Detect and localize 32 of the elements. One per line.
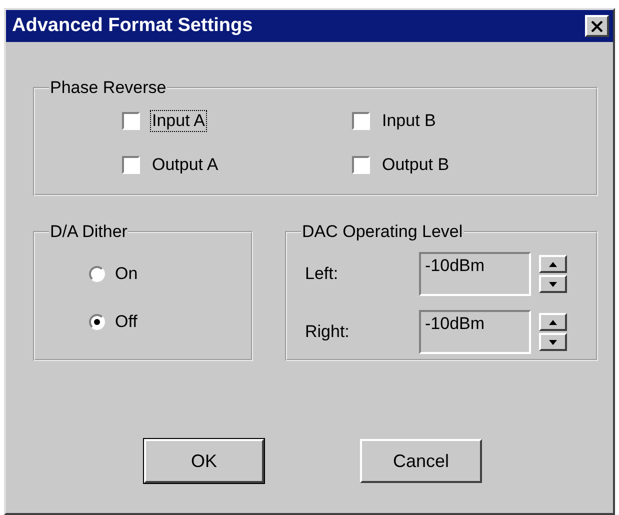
checkbox[interactable]: [352, 112, 370, 130]
checkbox[interactable]: [122, 112, 140, 130]
checkbox-label[interactable]: Output A: [150, 154, 220, 176]
cancel-button[interactable]: Cancel: [360, 439, 482, 483]
group-title: DAC Operating Level: [301, 222, 464, 242]
radio-button[interactable]: [89, 266, 105, 282]
checkbox-label[interactable]: Input A: [150, 110, 207, 132]
level-field[interactable]: -10dBm: [419, 310, 531, 354]
group-title: Phase Reverse: [49, 78, 168, 98]
checkbox[interactable]: [352, 156, 370, 174]
spin-down-button[interactable]: [539, 275, 567, 293]
checkbox-label[interactable]: Output B: [380, 154, 452, 176]
up-arrow-icon: [549, 320, 557, 324]
window-title: Advanced Format Settings: [12, 15, 253, 37]
up-arrow-icon: [549, 262, 557, 266]
radio-label[interactable]: Off: [115, 312, 138, 332]
radio-button[interactable]: [89, 314, 105, 330]
group-title: D/A Dither: [49, 222, 128, 242]
checkbox-label[interactable]: Input B: [380, 110, 438, 132]
close-button[interactable]: [585, 15, 609, 37]
checkbox[interactable]: [122, 156, 140, 174]
ok-button[interactable]: OK: [144, 439, 264, 483]
field-label: Right:: [304, 322, 350, 342]
spin-down-button[interactable]: [539, 333, 567, 351]
radio-label[interactable]: On: [115, 264, 138, 284]
down-arrow-icon: [549, 340, 557, 344]
level-field[interactable]: -10dBm: [419, 252, 531, 296]
spin-up-button[interactable]: [539, 313, 567, 331]
spin-up-button[interactable]: [539, 255, 567, 273]
down-arrow-icon: [549, 282, 557, 286]
field-label: Left:: [304, 264, 340, 284]
close-icon: [591, 20, 603, 32]
